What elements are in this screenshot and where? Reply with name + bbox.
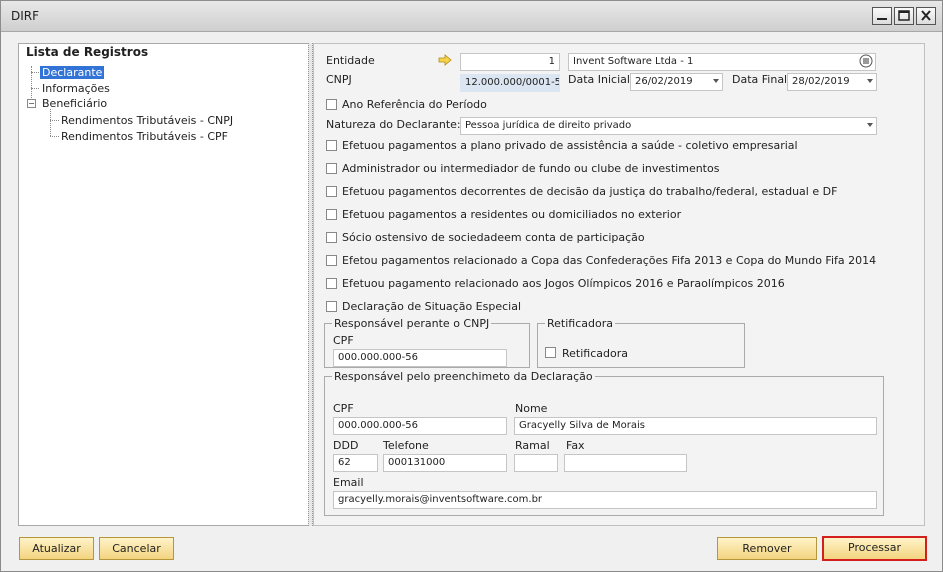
checkbox-exterior[interactable] <box>326 209 337 220</box>
check-label-situacao-especial: Declaração de Situação Especial <box>342 300 522 313</box>
data-inicial-value: 26/02/2019 <box>635 76 693 87</box>
check-label-copa: Efetou pagamentos relacionado a Copa das… <box>342 254 877 267</box>
resp-preench-title: Responsável pelo preenchimeto da Declara… <box>332 370 595 383</box>
collapse-icon[interactable]: − <box>27 99 36 108</box>
natureza-select[interactable]: Pessoa jurídica de direito privado <box>460 117 877 135</box>
telefone-field[interactable]: 000131000 <box>383 454 507 472</box>
tree-item-informacoes[interactable]: Informações <box>42 82 110 95</box>
retificadora-check-label: Retificadora <box>562 347 628 360</box>
ddd-label: DDD <box>333 439 359 452</box>
checkbox-decisao-justica[interactable] <box>326 186 337 197</box>
maximize-button[interactable] <box>894 7 914 25</box>
chevron-down-icon <box>713 79 719 83</box>
email-label: Email <box>333 476 364 489</box>
fax-label: Fax <box>566 439 585 452</box>
processar-button[interactable]: Processar <box>822 536 927 561</box>
minimize-button[interactable] <box>872 7 892 25</box>
check-label-olimpiadas: Efetuou pagamento relacionado aos Jogos … <box>342 277 785 290</box>
retificadora-title: Retificadora <box>545 317 615 330</box>
data-inicial-field[interactable]: 26/02/2019 <box>630 73 723 91</box>
window-title: DIRF <box>11 9 40 23</box>
resp-cnpj-title: Responsável perante o CNPJ <box>332 317 492 330</box>
ano-referencia-checkbox[interactable] <box>326 99 337 110</box>
title-bar: DIRF <box>1 1 942 32</box>
tree-item-beneficiario[interactable]: Beneficiário <box>42 97 107 110</box>
retificadora-checkbox[interactable] <box>545 347 556 358</box>
ramal-label: Ramal <box>515 439 550 452</box>
tree-item-rend-cnpj[interactable]: Rendimentos Tributáveis - CNPJ <box>61 114 233 127</box>
tree-connector <box>50 109 51 136</box>
checkbox-plano-saude[interactable] <box>326 140 337 151</box>
check-label-plano-saude: Efetuou pagamentos a plano privado de as… <box>342 139 798 152</box>
checkbox-socio-ostensivo[interactable] <box>326 232 337 243</box>
close-icon <box>921 10 931 21</box>
list-menu-icon[interactable] <box>859 54 873 68</box>
nome-label: Nome <box>515 402 548 415</box>
link-arrow-icon[interactable] <box>438 54 452 66</box>
checkbox-olimpiadas[interactable] <box>326 278 337 289</box>
tree-title: Lista de Registros <box>26 45 149 59</box>
check-label-decisao-justica: Efetuou pagamentos decorrentes de decisã… <box>342 185 838 198</box>
ano-referencia-label: Ano Referência do Período <box>342 98 487 111</box>
tree-item-rend-cpf[interactable]: Rendimentos Tributáveis - CPF <box>61 130 228 143</box>
cnpj-label: CNPJ <box>326 73 352 86</box>
check-label-socio-ostensivo: Sócio ostensivo de sociedadeem conta de … <box>342 231 645 244</box>
natureza-label: Natureza do Declarante: <box>326 118 461 131</box>
tree-connector <box>50 120 59 121</box>
ddd-field[interactable]: 62 <box>333 454 378 472</box>
fax-field[interactable] <box>564 454 687 472</box>
chevron-down-icon <box>867 79 873 83</box>
data-final-field[interactable]: 28/02/2019 <box>787 73 877 91</box>
tree-connector <box>31 72 39 73</box>
remover-button[interactable]: Remover <box>717 537 817 560</box>
maximize-icon <box>898 10 910 21</box>
tree-connector <box>50 136 59 137</box>
cnpj-field: 12.000.000/0001-58 <box>460 74 560 92</box>
checkbox-fundo-investimento[interactable] <box>326 163 337 174</box>
entidade-name-field[interactable]: Invent Software Ltda - 1 <box>568 53 876 71</box>
telefone-label: Telefone <box>383 439 429 452</box>
natureza-value: Pessoa jurídica de direito privado <box>465 120 632 131</box>
nome-field[interactable]: Gracyelly Silva de Morais <box>514 417 877 435</box>
resp-cnpj-cpf-label: CPF <box>333 334 354 347</box>
checkbox-situacao-especial[interactable] <box>326 301 337 312</box>
resp-preench-cpf-field[interactable]: 000.000.000-56 <box>333 417 507 435</box>
check-label-fundo-investimento: Administrador ou intermediador de fundo … <box>342 162 720 175</box>
chevron-down-icon <box>867 123 873 127</box>
checkbox-copa[interactable] <box>326 255 337 266</box>
atualizar-button[interactable]: Atualizar <box>19 537 94 560</box>
entidade-code-field[interactable]: 1 <box>460 53 560 71</box>
resp-preench-cpf-label: CPF <box>333 402 354 415</box>
check-label-exterior: Efetuou pagamentos a residentes ou domic… <box>342 208 682 221</box>
data-inicial-label: Data Inicial <box>568 73 630 86</box>
email-field[interactable]: gracyelly.morais@inventsoftware.com.br <box>333 491 877 509</box>
cancelar-button[interactable]: Cancelar <box>99 537 174 560</box>
ramal-field[interactable] <box>514 454 558 472</box>
data-final-value: 28/02/2019 <box>792 76 850 87</box>
close-button[interactable] <box>916 7 936 25</box>
tree-item-declarante[interactable]: Declarante <box>40 66 105 79</box>
data-final-label: Data Final <box>732 73 788 86</box>
resp-cnpj-cpf-field[interactable]: 000.000.000-56 <box>333 349 507 367</box>
tree-connector <box>31 88 39 89</box>
minimize-icon <box>877 18 887 20</box>
entidade-label: Entidade <box>326 54 375 67</box>
